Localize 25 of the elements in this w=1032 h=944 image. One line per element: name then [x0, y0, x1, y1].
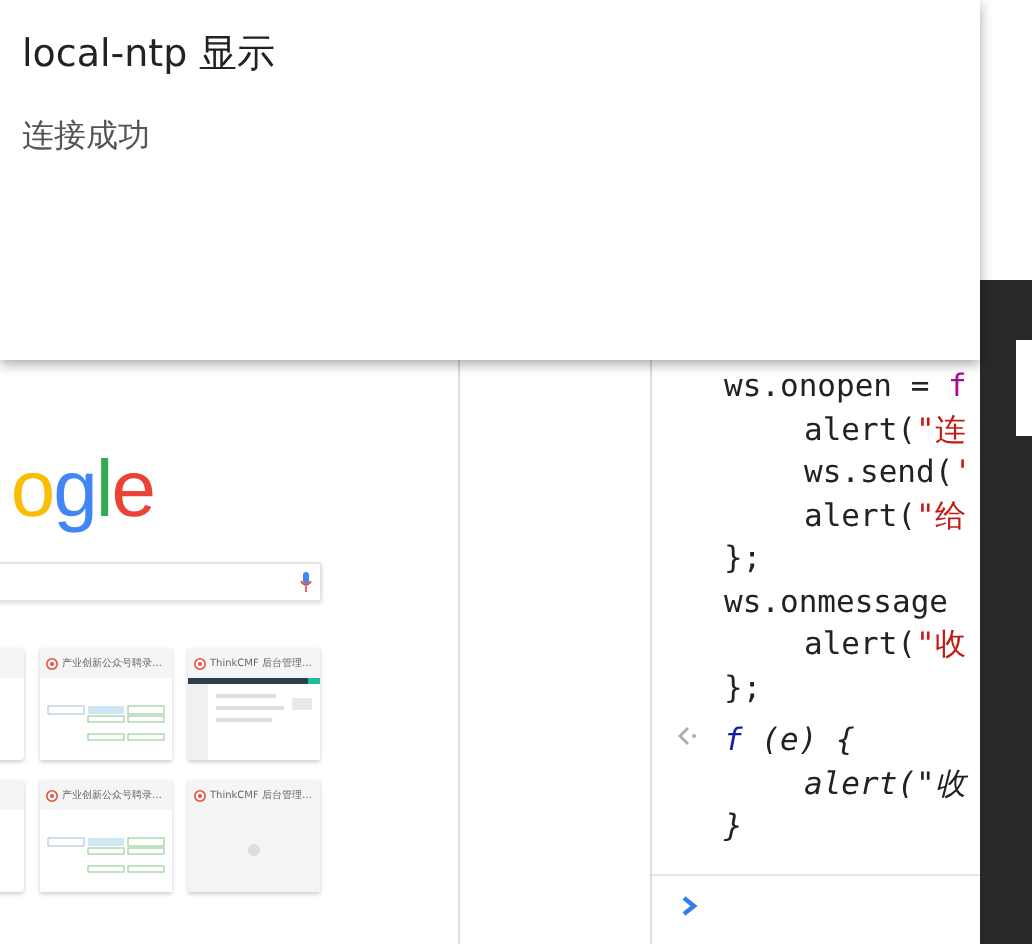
- code-line: ws.onopen = f: [724, 368, 967, 404]
- code-line: }: [724, 808, 743, 844]
- site-favicon-icon: [46, 657, 58, 669]
- site-favicon-icon: [194, 789, 206, 801]
- code-line: alert("给: [804, 497, 967, 533]
- search-engine-logo: ogle: [10, 444, 154, 536]
- admin-page-thumbnail: [188, 678, 320, 760]
- code-line: };: [724, 669, 762, 705]
- dialog-title: local-ntp 显示: [22, 30, 278, 80]
- shortcut-tile[interactable]: [0, 780, 24, 892]
- code-line: f (e) {: [724, 722, 855, 758]
- code-line: };: [724, 540, 762, 576]
- microphone-icon[interactable]: [300, 572, 312, 592]
- site-favicon-icon: [194, 657, 206, 669]
- code-line: ws.send(': [804, 454, 972, 490]
- code-line: alert("收: [804, 626, 967, 662]
- search-field[interactable]: [0, 562, 322, 602]
- site-favicon-icon: [46, 789, 58, 801]
- code-line: alert("连: [804, 411, 967, 447]
- shortcut-tile[interactable]: [0, 648, 24, 760]
- code-line: ws.onmessage: [724, 583, 948, 619]
- code-line: alert("收: [804, 765, 967, 801]
- result-arrow-icon: [674, 724, 698, 748]
- dialog-message: 连接成功: [22, 116, 152, 158]
- prompt-chevron-icon[interactable]: [680, 893, 698, 917]
